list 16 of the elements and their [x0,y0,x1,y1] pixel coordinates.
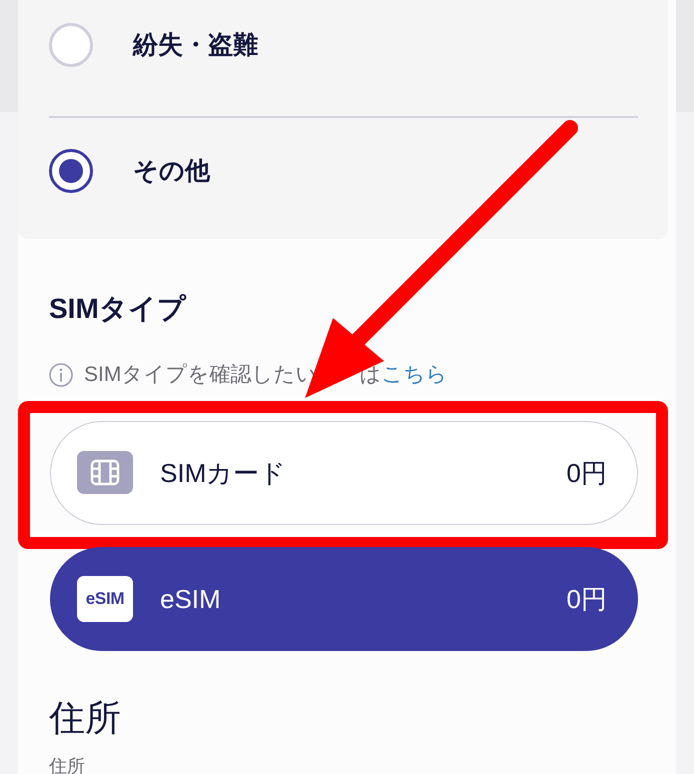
field-label: 住所 [49,754,86,774]
sim-card-icon [77,451,133,494]
radio-label: その他 [133,156,210,186]
sim-option[interactable]: SIMカード 0円 [50,420,638,524]
radio-label: 紛失・盗難 [133,30,258,60]
section-heading: SIMタイプ [49,292,188,326]
option-label: SIMカード [160,456,286,488]
info-icon [49,362,73,386]
option-price: 0円 [566,456,607,488]
option-price: 0円 [566,582,607,614]
sim-type-link[interactable]: こちら [381,360,448,388]
sim-option[interactable]: eSIM eSIM 0円 [50,546,638,650]
esim-logo: eSIM [77,576,133,622]
section-heading: 住所 [49,696,122,740]
radio-button[interactable] [49,148,93,192]
option-label: eSIM [160,582,221,614]
